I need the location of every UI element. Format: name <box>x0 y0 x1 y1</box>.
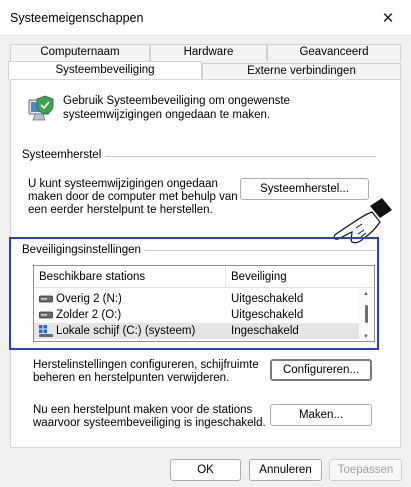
protection-highlight-box <box>9 237 379 350</box>
tab-computernaam[interactable]: Computernaam <box>10 44 150 61</box>
tab-geavanceerd[interactable]: Geavanceerd <box>267 44 401 61</box>
configure-description: Herstelinstellingen configureren, schijf… <box>33 359 259 384</box>
title-bar: Systeemeigenschappen ✕ <box>0 0 411 36</box>
configure-button[interactable]: Configureren... <box>270 359 372 381</box>
create-button[interactable]: Maken... <box>270 404 372 426</box>
system-restore-button[interactable]: Systeemherstel... <box>240 178 369 200</box>
cancel-button[interactable]: Annuleren <box>249 459 322 481</box>
intro-description: Gebruik Systeembeveiliging om ongewenste… <box>63 95 290 121</box>
system-protection-icon <box>28 95 54 121</box>
ok-button[interactable]: OK <box>170 459 241 481</box>
tab-hardware[interactable]: Hardware <box>150 44 267 61</box>
tab-externe-verbindingen[interactable]: Externe verbindingen <box>202 63 401 80</box>
tab-systeembeveiliging[interactable]: Systeembeveiliging <box>8 61 202 80</box>
window-title: Systeemeigenschappen <box>10 11 144 25</box>
restore-group-label: Systeemherstel <box>22 149 106 161</box>
restore-description: U kunt systeemwijzigingen ongedaan maken… <box>28 178 238 216</box>
apply-button[interactable]: Toepassen <box>329 459 402 481</box>
create-description: Nu een herstelpunt maken voor de station… <box>33 404 266 429</box>
close-icon[interactable]: ✕ <box>365 0 411 36</box>
